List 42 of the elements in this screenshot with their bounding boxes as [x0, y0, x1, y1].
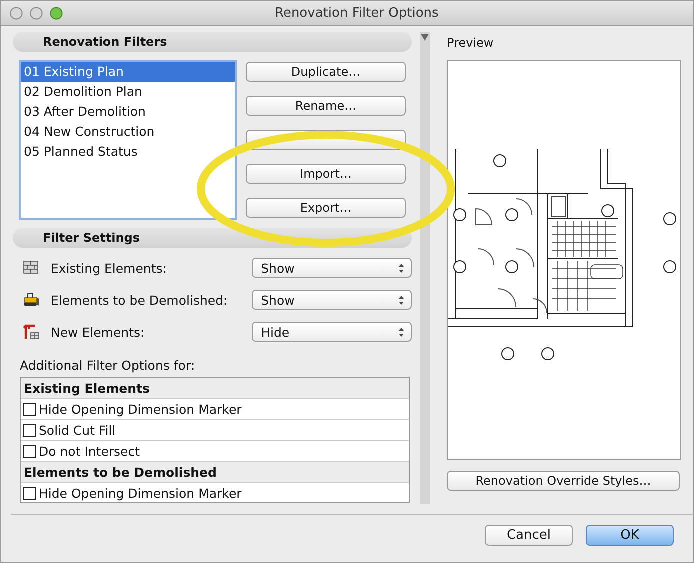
setting-label: Existing Elements:: [51, 260, 168, 276]
visibility-dropdown[interactable]: Show: [252, 290, 412, 310]
option-label: Solid Cut Fill: [39, 422, 116, 438]
checkbox[interactable]: [23, 402, 36, 416]
checkbox[interactable]: [23, 444, 36, 458]
options-label: Additional Filter Options for:: [19, 357, 196, 375]
preview-label: Preview: [447, 36, 495, 52]
section-header: Renovation Filters: [13, 32, 412, 52]
close-icon[interactable]: [10, 6, 23, 20]
filter-action-button[interactable]: Duplicate…: [246, 62, 406, 82]
visibility-dropdown[interactable]: Show: [252, 258, 412, 278]
visibility-dropdown[interactable]: Hide: [252, 322, 412, 342]
filter-list-item[interactable]: 04 New Construction: [21, 122, 235, 142]
filter-list-item[interactable]: 02 Demolition Plan: [21, 82, 235, 102]
stepper-arrows-icon: [398, 294, 406, 306]
dialog-button[interactable]: OK: [586, 525, 674, 546]
crane-icon: [23, 324, 40, 340]
checkbox[interactable]: [23, 424, 36, 436]
brick-wall-icon: [23, 261, 40, 275]
setting-label: New Elements:: [51, 324, 146, 340]
group-header: Existing Elements: [21, 378, 409, 399]
bulldozer-icon: [23, 293, 40, 307]
filter-list-item[interactable]: 01 Existing Plan: [21, 62, 235, 82]
option-label: Do not Intersect: [39, 444, 140, 458]
filter-action-button[interactable]: Rename…: [246, 96, 406, 116]
stepper-arrows-icon: [398, 262, 406, 274]
override-styles-button[interactable]: Renovation Override Styles…: [447, 471, 680, 491]
option-label: Hide Opening Dimension Marker: [39, 402, 242, 416]
stepper-arrows-icon: [398, 326, 406, 338]
filter-action-button[interactable]: Import…: [246, 164, 406, 184]
window-title: Renovation Filter Options: [275, 6, 439, 20]
minimize-icon[interactable]: [30, 6, 43, 20]
setting-label: Elements to be Demolished:: [51, 292, 229, 308]
collapse-arrow-icon[interactable]: [421, 34, 430, 41]
group-header: Elements to be Demolished: [21, 462, 409, 483]
filter-action-button[interactable]: Export…: [246, 198, 406, 218]
filter-list-item[interactable]: 03 After Demolition: [21, 102, 235, 122]
dialog-button[interactable]: Cancel: [485, 525, 573, 546]
checkbox[interactable]: [23, 486, 36, 500]
filter-list-item[interactable]: 05 Planned Status: [21, 142, 235, 162]
zoom-icon[interactable]: [50, 6, 63, 20]
option-label: Hide Opening Dimension Marker: [39, 486, 242, 500]
